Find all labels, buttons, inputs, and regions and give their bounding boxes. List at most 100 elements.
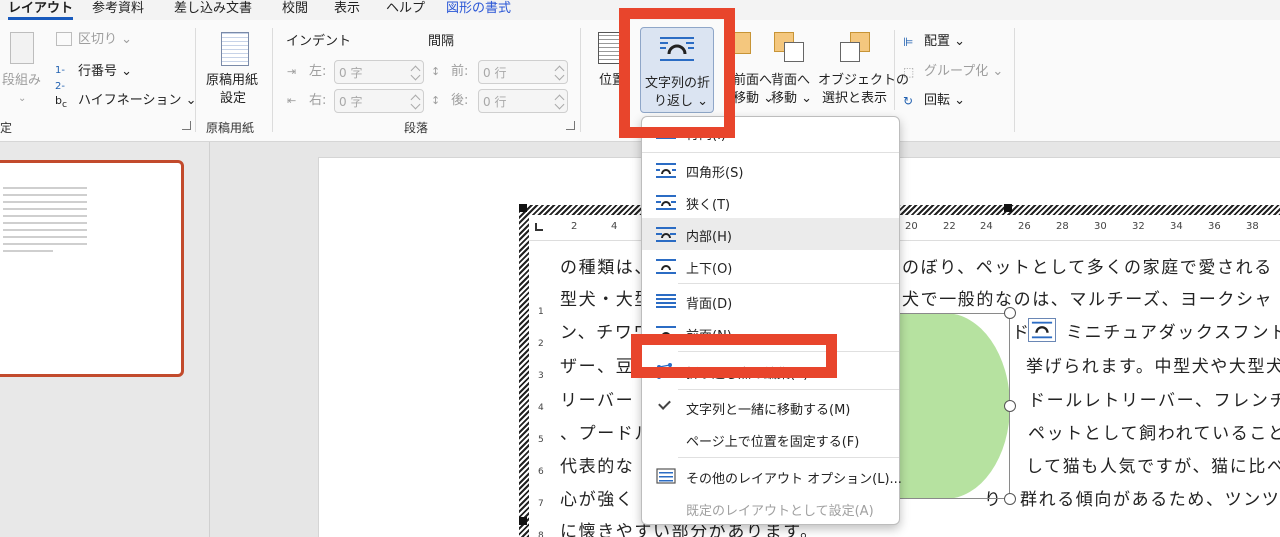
ruler-number: 3: [538, 371, 544, 381]
ruler-number: 6: [538, 467, 544, 477]
highlight-frame-edit-wrap-points: [631, 334, 837, 378]
line-numbers-button[interactable]: 行番号 ⌄: [78, 64, 132, 80]
ruler-number: 26: [1018, 221, 1031, 232]
wrap-text-menu: 行内(I) 四角形(S) 狭く(T) 内部(H) 上下(O) 背面(D) 前面(…: [641, 116, 902, 525]
ruler-number: 4: [538, 403, 544, 413]
tight-wrap-icon: [656, 195, 676, 210]
menu-item-tight[interactable]: 狭く(T): [642, 186, 899, 218]
group-divider: [272, 28, 273, 132]
tab-review[interactable]: 校閲: [282, 0, 308, 20]
spinner-icon[interactable]: [412, 93, 420, 109]
selection-pane-line2: 選択と表示: [822, 91, 888, 106]
menu-separator: [678, 389, 899, 390]
menu-item-move-with-text[interactable]: 文字列と一緒に移動する(M): [642, 391, 899, 423]
group-divider: [195, 28, 196, 132]
square-wrap-icon: [656, 163, 676, 178]
spacing-after-icon: ↕: [431, 94, 441, 107]
group-divider: [580, 28, 581, 132]
group-divider: [894, 30, 895, 110]
spacing-after-input[interactable]: 0 行: [478, 89, 568, 113]
spacing-header: 間隔: [428, 34, 455, 49]
spacing-after-label: 後:: [451, 93, 469, 108]
tab-layout[interactable]: レイアウト: [8, 0, 74, 20]
menu-item-top-bottom[interactable]: 上下(O): [642, 250, 899, 282]
spacing-before-input[interactable]: 0 行: [478, 60, 568, 84]
selection-pane-icon-back: [840, 42, 860, 62]
tab-help[interactable]: ヘルプ: [386, 0, 425, 20]
columns-button[interactable]: 段組み: [2, 73, 41, 89]
hyphenation-button[interactable]: ハイフネーション ⌄: [78, 93, 197, 109]
ruler-number: 22: [943, 221, 956, 232]
doc-text-line[interactable]: 代表的な: [560, 452, 634, 477]
bring-forward-button[interactable]: 前面へ: [733, 73, 772, 89]
highlight-frame-wrap-button: [619, 8, 735, 138]
resize-handle[interactable]: [1004, 204, 1012, 212]
ruler-number: 2: [571, 221, 578, 232]
group-button[interactable]: グループ化 ⌄: [924, 64, 1003, 80]
page-setup-launcher-icon[interactable]: [182, 121, 191, 130]
menu-item-through[interactable]: 内部(H): [642, 218, 899, 250]
genko-settings-button-line2: 設定: [220, 91, 247, 106]
paragraph-group-label: 段落: [404, 121, 429, 135]
tab-mailings[interactable]: 差し込み文書: [174, 0, 252, 20]
doc-text-line[interactable]: 心が強く: [560, 485, 634, 510]
shape-resize-handle[interactable]: [1004, 493, 1016, 505]
tab-stop-icon[interactable]: [535, 223, 543, 231]
bring-forward-line2: 移動 ⌄: [733, 91, 775, 106]
shape-resize-handle[interactable]: [1004, 400, 1016, 412]
doc-text-line[interactable]: 群れる傾向があるため、ツンツ: [1020, 485, 1280, 510]
chevron-down-icon: ⌄: [18, 93, 27, 104]
menu-item-behind[interactable]: 背面(D): [642, 285, 899, 317]
selection-pane-button[interactable]: オブジェクトの: [818, 73, 909, 89]
indent-left-input[interactable]: 0 字: [334, 60, 424, 84]
layout-options-button[interactable]: [1028, 318, 1056, 342]
ruler-number: 5: [538, 435, 544, 445]
doc-text-line[interactable]: の種類は、: [560, 253, 653, 278]
doc-text-line[interactable]: リーバー: [560, 386, 634, 411]
rotate-button[interactable]: 回転 ⌄: [924, 93, 965, 109]
tab-view[interactable]: 表示: [334, 0, 360, 20]
doc-text-line[interactable]: して猫も人気ですが、猫に比べ: [1026, 452, 1280, 477]
doc-text-line[interactable]: 挙げられます。中型犬や大型犬: [1026, 352, 1280, 377]
send-backward-button[interactable]: 背面へ: [771, 73, 810, 89]
layout-options-icon: [656, 468, 676, 484]
doc-text-line[interactable]: ミニチュアダックスフンド: [1066, 318, 1280, 343]
menu-item-set-default-layout: 既定のレイアウトとして設定(A): [686, 504, 874, 519]
spinner-icon[interactable]: [556, 64, 564, 80]
ruler-number: 7: [538, 499, 544, 509]
vertical-ruler[interactable]: 1 2 3 4 5 6 7 8: [529, 241, 555, 537]
line-numbers-icon: 1- 2-: [55, 65, 65, 92]
indent-right-input[interactable]: 0 字: [334, 89, 424, 113]
page-setup-group-label: 定: [0, 121, 13, 135]
thumbnail-text: [3, 187, 87, 257]
menu-item-more-layout-options[interactable]: その他のレイアウト オプション(L)...: [642, 460, 902, 492]
doc-text-line[interactable]: 型犬・大型: [560, 285, 653, 310]
doc-text-line[interactable]: 犬で一般的なのは、マルチーズ、ヨークシャ: [902, 285, 1273, 310]
tab-shape-format[interactable]: 図形の書式: [446, 0, 511, 20]
paragraph-launcher-icon[interactable]: [566, 121, 575, 130]
doc-text-line[interactable]: 、プードル: [560, 419, 653, 444]
doc-text-line[interactable]: ペットとして飼われていること: [1028, 419, 1280, 444]
tab-references[interactable]: 参考資料: [92, 0, 144, 20]
spinner-icon[interactable]: [412, 64, 420, 80]
indent-right-icon: ⇤: [287, 94, 297, 107]
rotate-icon: ↻: [903, 94, 914, 108]
resize-handle[interactable]: [519, 517, 527, 525]
menu-item-square[interactable]: 四角形(S): [642, 154, 899, 186]
page-thumbnail[interactable]: [0, 160, 184, 377]
ruler-number: 28: [1056, 221, 1069, 232]
doc-text-line[interactable]: ザー、豆: [560, 352, 634, 377]
doc-text-line[interactable]: のぼり、ペットとして多くの家庭で愛される: [902, 253, 1273, 278]
textbox-border-left[interactable]: [519, 205, 529, 537]
genko-paper-icon: [221, 32, 249, 66]
spinner-icon[interactable]: [556, 93, 564, 109]
breaks-button[interactable]: 区切り ⌄: [78, 32, 132, 48]
menu-separator: [642, 152, 899, 153]
genko-settings-button[interactable]: 原稿用紙: [206, 73, 258, 89]
menu-item-fix-position[interactable]: ページ上で位置を固定する(F): [642, 423, 899, 455]
doc-text-line[interactable]: ドールレトリーバー、フレンチ: [1028, 386, 1280, 411]
align-button[interactable]: 配置 ⌄: [924, 34, 965, 50]
ruler-number: 8: [538, 531, 544, 537]
shape-resize-handle[interactable]: [1004, 307, 1016, 319]
resize-handle[interactable]: [519, 204, 527, 212]
